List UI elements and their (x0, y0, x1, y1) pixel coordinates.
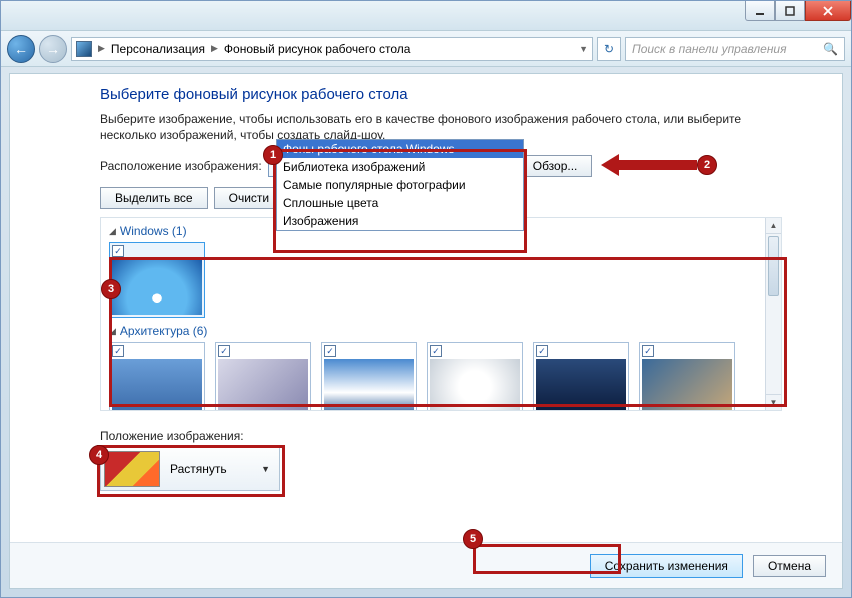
wallpaper-thumb[interactable]: ✓ (639, 342, 735, 411)
dropdown-option[interactable]: Библиотека изображений (277, 158, 523, 176)
breadcrumb-desktop-bg[interactable]: Фоновый рисунок рабочего стола (224, 42, 411, 56)
thumb-checkbox[interactable]: ✓ (112, 245, 124, 257)
annotation-marker: 2 (697, 155, 717, 175)
select-all-button[interactable]: Выделить все (100, 187, 208, 209)
scroll-up-icon[interactable]: ▲ (766, 218, 781, 234)
titlebar (1, 1, 851, 31)
dropdown-option[interactable]: Сплошные цвета (277, 194, 523, 212)
thumb-checkbox[interactable]: ✓ (536, 345, 548, 357)
chevron-right-icon: ▶ (98, 43, 105, 54)
position-preview (104, 451, 160, 487)
wallpaper-thumb[interactable]: ✓ (109, 342, 205, 411)
chevron-down-icon: ◢ (109, 326, 116, 337)
dialog-footer: Сохранить изменения Отмена (10, 542, 842, 588)
wallpaper-thumb[interactable]: ✓ (427, 342, 523, 411)
group-architecture[interactable]: ◢ Архитектура (6) (109, 324, 773, 338)
dropdown-option[interactable]: Самые популярные фотографии (277, 176, 523, 194)
location-label: Расположение изображения: (100, 159, 262, 173)
chevron-down-icon: ◢ (109, 226, 116, 237)
page-title: Выберите фоновый рисунок рабочего стола (100, 86, 782, 103)
annotation-marker: 1 (263, 145, 283, 165)
location-dropdown: Фоны рабочего стола Windows Библиотека и… (276, 139, 524, 231)
breadcrumb-personalization[interactable]: Персонализация (111, 42, 205, 56)
wallpaper-thumb[interactable]: ✓ (215, 342, 311, 411)
browse-button[interactable]: Обзор... (518, 155, 593, 177)
annotation-marker: 5 (463, 529, 483, 549)
search-placeholder: Поиск в панели управления (632, 42, 787, 56)
position-label: Положение изображения: (100, 429, 782, 443)
minimize-button[interactable] (745, 1, 775, 21)
chevron-down-icon[interactable]: ▼ (579, 44, 588, 54)
scroll-thumb[interactable] (768, 236, 779, 296)
control-panel-icon (76, 41, 92, 57)
wallpaper-thumb[interactable]: ✓ (321, 342, 417, 411)
address-bar[interactable]: ▶ Персонализация ▶ Фоновый рисунок рабоч… (71, 37, 593, 61)
position-select[interactable]: Растянуть ▼ (100, 447, 280, 491)
thumb-image (112, 359, 202, 411)
wallpaper-thumb[interactable]: ✓ (109, 242, 205, 318)
thumb-image (218, 359, 308, 411)
clear-all-button[interactable]: Очисти (214, 187, 285, 209)
annotation-marker: 4 (89, 445, 109, 465)
personalization-window: ← → ▶ Персонализация ▶ Фоновый рисунок р… (0, 0, 852, 598)
thumb-checkbox[interactable]: ✓ (112, 345, 124, 357)
maximize-button[interactable] (775, 1, 805, 21)
navbar: ← → ▶ Персонализация ▶ Фоновый рисунок р… (1, 31, 851, 67)
dropdown-option[interactable]: Изображения (277, 212, 523, 230)
save-button[interactable]: Сохранить изменения (590, 554, 743, 578)
thumb-image (430, 359, 520, 411)
thumb-image (536, 359, 626, 411)
cancel-button[interactable]: Отмена (753, 555, 826, 577)
thumb-checkbox[interactable]: ✓ (218, 345, 230, 357)
back-button[interactable]: ← (7, 35, 35, 63)
chevron-down-icon: ▼ (261, 464, 276, 474)
scrollbar[interactable]: ▲ ▼ (765, 218, 781, 410)
annotation-marker: 3 (101, 279, 121, 299)
forward-button[interactable]: → (39, 35, 67, 63)
thumb-checkbox[interactable]: ✓ (642, 345, 654, 357)
thumb-checkbox[interactable]: ✓ (324, 345, 336, 357)
chevron-right-icon: ▶ (211, 43, 218, 54)
thumb-image (642, 359, 732, 411)
wallpaper-thumb[interactable]: ✓ (533, 342, 629, 411)
refresh-button[interactable]: ↻ (597, 37, 621, 61)
close-button[interactable] (805, 1, 851, 21)
thumb-image (112, 259, 202, 315)
wallpaper-gallery: ◢ Windows (1) ✓ ◢ Архитектура (6) ✓ ✓ ✓ … (100, 217, 782, 411)
search-input[interactable]: Поиск в панели управления 🔍 (625, 37, 845, 61)
scroll-down-icon[interactable]: ▼ (766, 394, 781, 410)
thumb-checkbox[interactable]: ✓ (430, 345, 442, 357)
search-icon: 🔍 (823, 42, 838, 56)
thumb-image (324, 359, 414, 411)
dropdown-option[interactable]: Фоны рабочего стола Windows (277, 140, 523, 158)
